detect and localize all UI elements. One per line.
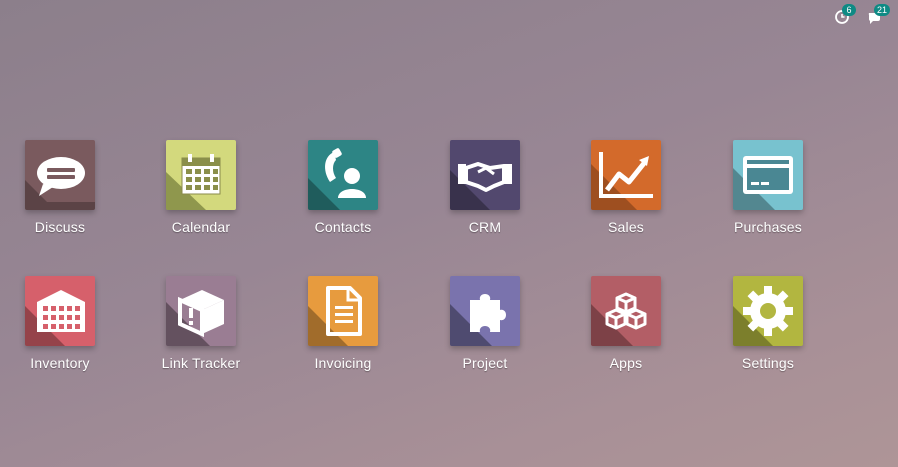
contacts-tile bbox=[308, 140, 378, 210]
app-link-tracker[interactable]: Link Tracker bbox=[141, 276, 261, 371]
speech-bubble-icon bbox=[25, 157, 95, 210]
systray: 6 21 bbox=[0, 0, 898, 32]
messages-chat-icon[interactable]: 21 bbox=[867, 4, 891, 25]
trend-chart-icon bbox=[591, 152, 653, 210]
link-tracker-tile bbox=[166, 276, 236, 346]
app-project[interactable]: Project bbox=[425, 276, 545, 371]
cubes-icon bbox=[591, 292, 647, 346]
app-label: Inventory bbox=[30, 355, 90, 371]
app-label: Settings bbox=[741, 355, 795, 371]
project-tile bbox=[450, 276, 520, 346]
app-sales[interactable]: Sales bbox=[566, 140, 686, 235]
app-inventory[interactable]: Inventory bbox=[0, 276, 120, 371]
app-label: Apps bbox=[609, 355, 643, 371]
package-box-icon bbox=[166, 290, 224, 346]
calendar-icon bbox=[166, 154, 221, 210]
activity-count-badge: 6 bbox=[842, 4, 856, 16]
crm-tile bbox=[450, 140, 520, 210]
calendar-tile bbox=[166, 140, 236, 210]
credit-card-icon bbox=[733, 156, 793, 210]
phone-person-icon bbox=[308, 148, 366, 210]
invoicing-tile bbox=[308, 276, 378, 346]
inventory-tile bbox=[25, 276, 95, 346]
activity-clock-icon[interactable]: 6 bbox=[834, 4, 856, 25]
purchases-tile bbox=[733, 140, 803, 210]
document-icon bbox=[308, 286, 362, 346]
app-label: CRM bbox=[468, 219, 502, 235]
app-label: Calendar bbox=[171, 219, 231, 235]
app-label: Contacts bbox=[314, 219, 372, 235]
sales-tile bbox=[591, 140, 661, 210]
app-label: Sales bbox=[607, 219, 645, 235]
app-label: Invoicing bbox=[314, 355, 372, 371]
app-label: Discuss bbox=[34, 219, 86, 235]
app-purchases[interactable]: Purchases bbox=[708, 140, 828, 235]
puzzle-icon bbox=[450, 294, 506, 346]
app-label: Link Tracker bbox=[161, 355, 241, 371]
warehouse-icon bbox=[25, 290, 85, 346]
app-discuss[interactable]: Discuss bbox=[0, 140, 120, 235]
app-invoicing[interactable]: Invoicing bbox=[283, 276, 403, 371]
gear-icon bbox=[733, 286, 793, 346]
app-label: Project bbox=[462, 355, 508, 371]
handshake-icon bbox=[450, 162, 512, 210]
apps-tile bbox=[591, 276, 661, 346]
app-settings[interactable]: Settings bbox=[708, 276, 828, 371]
messages-count-badge: 21 bbox=[874, 4, 891, 16]
app-contacts[interactable]: Contacts bbox=[283, 140, 403, 235]
app-label: Purchases bbox=[734, 219, 802, 235]
discuss-tile bbox=[25, 140, 95, 210]
app-crm[interactable]: CRM bbox=[425, 140, 545, 235]
settings-tile bbox=[733, 276, 803, 346]
app-apps[interactable]: Apps bbox=[566, 276, 686, 371]
app-calendar[interactable]: Calendar bbox=[141, 140, 261, 235]
